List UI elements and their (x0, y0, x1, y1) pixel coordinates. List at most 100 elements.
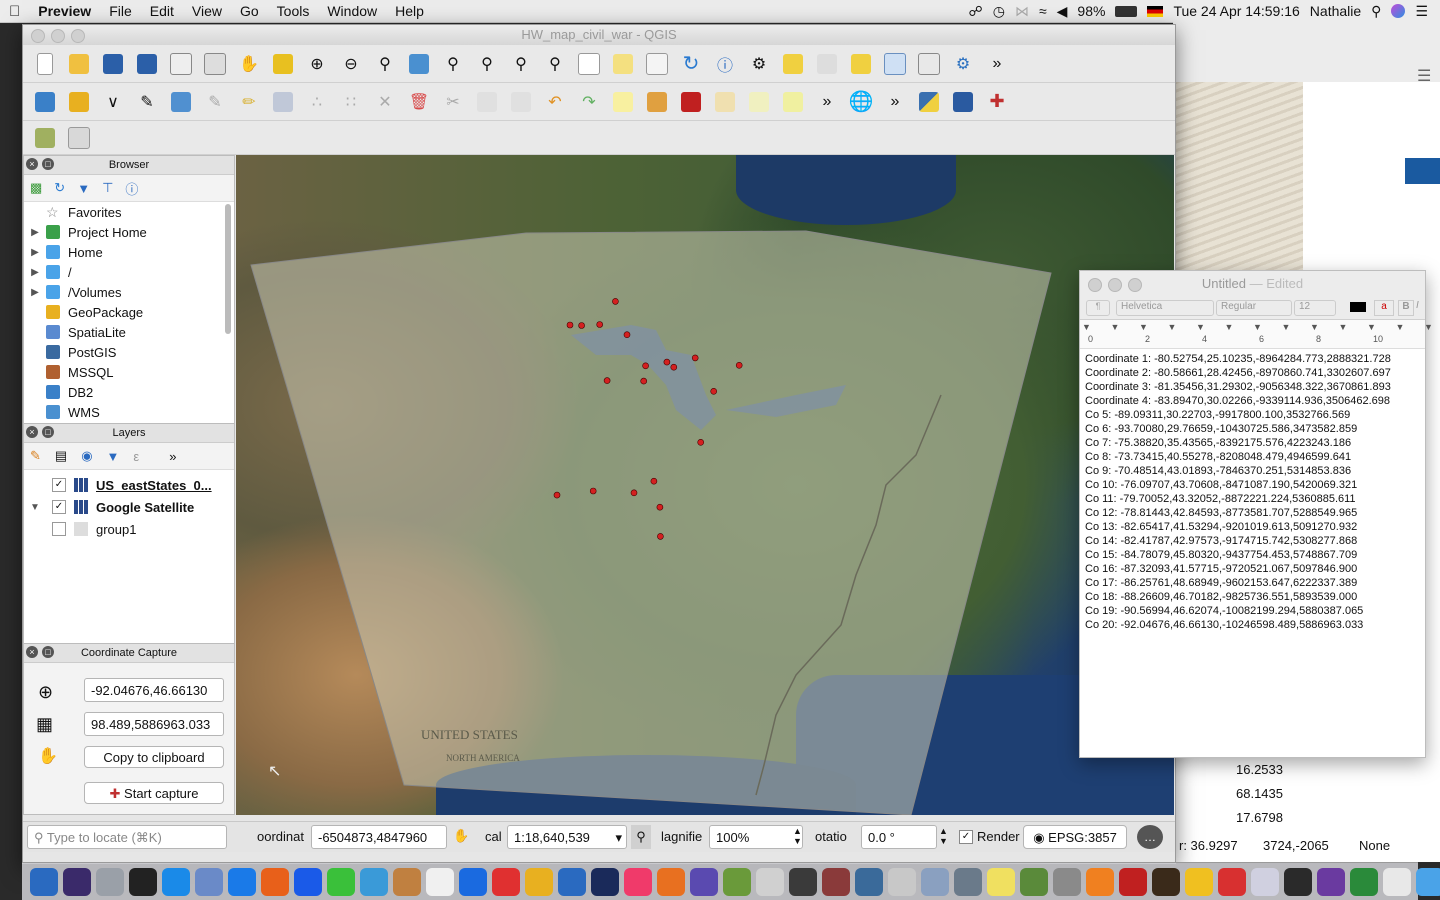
dock-app-icon[interactable] (1350, 867, 1378, 896)
textedit-document[interactable]: Coordinate 1: -80.52754,25.10235,-896428… (1080, 349, 1425, 632)
capture-float-icon[interactable]: □ (42, 646, 54, 658)
flag-icon[interactable] (1147, 5, 1164, 17)
dock-app-icon[interactable] (195, 867, 223, 896)
dock-app-icon[interactable] (393, 867, 421, 896)
dock-app-icon[interactable] (888, 867, 916, 896)
tab-stop-icon[interactable]: ▼ (1196, 322, 1205, 332)
python-console-icon[interactable] (915, 88, 943, 116)
layer-visibility-checkbox[interactable]: ✓ (52, 478, 66, 492)
browser-filter-icon[interactable]: ▼ (77, 181, 90, 196)
browser-item[interactable]: WMS (24, 402, 234, 422)
copy-to-clipboard-button[interactable]: Copy to clipboard (84, 746, 224, 768)
start-capture-button[interactable]: ✚ Start capture (84, 782, 224, 804)
browser-item[interactable]: ▶ Home (24, 242, 234, 262)
zoom-layer-icon[interactable]: ⚲ (473, 50, 501, 78)
menu-edit[interactable]: Edit (141, 3, 183, 19)
paste-features-icon[interactable] (507, 88, 535, 116)
browser-item[interactable]: PostGIS (24, 342, 234, 362)
toggle-editing-icon[interactable]: ✎ (201, 88, 229, 116)
dock-app-icon[interactable] (591, 867, 619, 896)
tab-stop-icon[interactable]: ▼ (1396, 322, 1405, 332)
show-bookmarks-icon[interactable] (643, 50, 671, 78)
layer-item[interactable]: ✓ US_eastStates_0... (24, 474, 234, 496)
georeferencer-icon[interactable] (31, 124, 59, 152)
undo-icon[interactable]: ↶ (541, 88, 569, 116)
save-edits-icon[interactable] (269, 88, 297, 116)
zoom-window-icon[interactable] (71, 29, 85, 43)
expand-arrow-icon[interactable]: ▶ (24, 227, 46, 238)
tab-stop-icon[interactable]: ▼ (1111, 322, 1120, 332)
tab-stop-icon[interactable]: ▼ (1424, 322, 1433, 332)
add-group-icon[interactable]: ▤ (55, 448, 67, 464)
notification-center-icon[interactable]: ☰ (1415, 3, 1428, 20)
create-layer-icon[interactable] (167, 88, 195, 116)
crs-button[interactable]: ◉ EPSG:3857 (1023, 825, 1127, 849)
captured-point-17[interactable] (612, 298, 619, 305)
captured-point-7[interactable] (697, 438, 705, 446)
settings-gear-icon[interactable]: ⚙ (949, 50, 977, 78)
zoom-full-icon[interactable] (405, 50, 433, 78)
messages-icon[interactable]: … (1137, 825, 1163, 849)
tab-stop-icon[interactable]: ▼ (1253, 322, 1262, 332)
tab-stop-icon[interactable]: ▼ (1310, 322, 1319, 332)
label-abc-icon[interactable] (609, 88, 637, 116)
clock[interactable]: Tue 24 Apr 14:59:16 (1173, 3, 1299, 19)
dock-app-icon[interactable] (459, 867, 487, 896)
dock-app-icon[interactable] (1020, 867, 1048, 896)
captured-point-14[interactable] (642, 362, 649, 370)
dock-app-icon[interactable] (1086, 867, 1114, 896)
move-feature-icon[interactable]: ∷ (337, 88, 365, 116)
menu-file[interactable]: File (100, 3, 141, 19)
user-name[interactable]: Nathalie (1310, 3, 1361, 19)
captured-point-20[interactable] (566, 321, 574, 329)
dock-app-icon[interactable] (261, 867, 289, 896)
textedit-minimize-icon[interactable] (1108, 278, 1122, 292)
layer-item[interactable]: group1 (24, 518, 234, 540)
pan-hand-icon[interactable]: ✋ (235, 50, 263, 78)
run-action-icon[interactable]: ⚙ (745, 50, 773, 78)
volume-icon[interactable]: ◀ (1057, 3, 1068, 20)
projected-crs-icon[interactable]: ▦ (36, 714, 53, 735)
tab-stop-icon[interactable]: ▼ (1225, 322, 1234, 332)
deselect-all-icon[interactable] (847, 50, 875, 78)
scale-dropdown-icon[interactable]: ▾ (615, 826, 622, 848)
toolbar-overflow-icon-2[interactable]: » (813, 88, 841, 116)
coordinate-field[interactable]: -6504873,4847960 (311, 825, 447, 849)
zoom-out-icon[interactable]: ⊖ (337, 50, 365, 78)
open-project-icon[interactable] (65, 50, 93, 78)
dock-app-icon[interactable] (723, 867, 751, 896)
italic-icon[interactable]: I (1416, 300, 1419, 311)
expand-arrow-icon[interactable]: ▶ (24, 287, 46, 298)
projected-coordinate-field[interactable]: 98.489,5886963.033 (84, 712, 224, 736)
siri-icon[interactable] (1391, 4, 1406, 18)
tab-stop-icon[interactable]: ▼ (1282, 322, 1291, 332)
layout-manager-icon[interactable] (201, 50, 229, 78)
pan-to-selection-icon[interactable] (269, 50, 297, 78)
zoom-selection-icon[interactable]: ⚲ (439, 50, 467, 78)
layer-labeling-icon[interactable] (643, 88, 671, 116)
dock-app-icon[interactable] (162, 867, 190, 896)
dock-app-icon[interactable] (1152, 867, 1180, 896)
menu-window[interactable]: Window (318, 3, 386, 19)
captured-point-12[interactable] (670, 363, 678, 371)
font-style-select[interactable]: Regular (1216, 300, 1292, 316)
magnifier-field[interactable]: 100% (709, 825, 803, 849)
captured-point-15[interactable] (623, 331, 631, 338)
captured-point-4[interactable] (630, 489, 638, 497)
captured-point-1[interactable] (657, 533, 664, 540)
deselect-icon[interactable] (813, 50, 841, 78)
browser-item[interactable]: ☆ Favorites (24, 202, 234, 222)
dock-app-icon[interactable] (558, 867, 586, 896)
data-source-manager-icon[interactable] (31, 88, 59, 116)
globe-plugin-icon[interactable]: 🌐 (847, 88, 875, 116)
layer-visibility-checkbox[interactable]: ✓ (52, 500, 66, 514)
layers-overflow-icon[interactable]: » (169, 449, 176, 464)
browser-item[interactable]: ▶ Project Home (24, 222, 234, 242)
dock-app-icon[interactable] (954, 867, 982, 896)
scale-field[interactable]: 1:18,640,539 ▾ (507, 825, 627, 849)
dock-app-icon[interactable] (987, 867, 1015, 896)
new-map-view-icon[interactable] (575, 50, 603, 78)
capture-close-icon[interactable]: × (26, 646, 38, 658)
pin-labels-icon[interactable] (711, 88, 739, 116)
captured-point-18[interactable] (596, 321, 604, 328)
